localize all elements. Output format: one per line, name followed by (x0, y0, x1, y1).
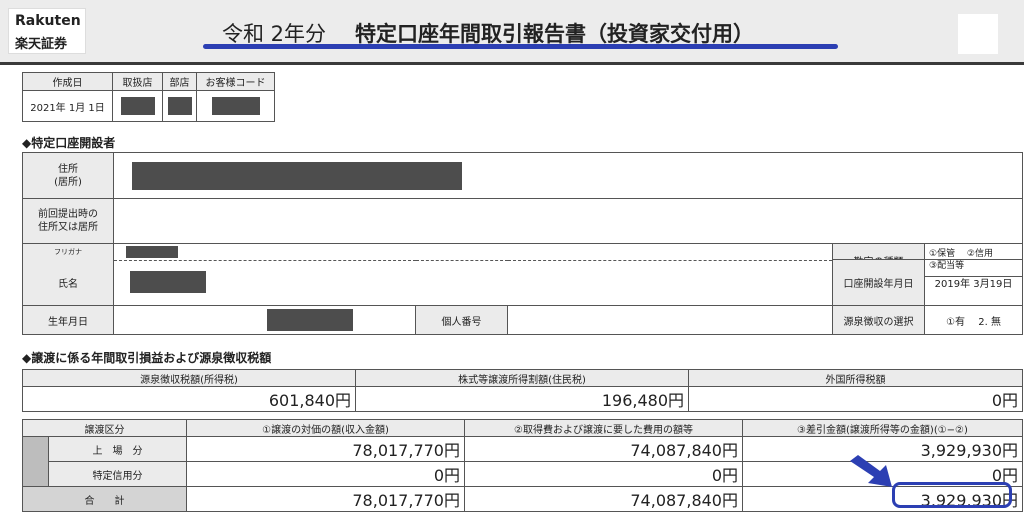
header-divider (0, 62, 1024, 65)
open-date-label: 口座開設年月日 (832, 259, 926, 306)
category-gutter (22, 436, 49, 487)
prev-address-cell (112, 198, 1024, 244)
account-holder-table-lower: 氏名 口座開設年月日 2019年 3月19日 生年月日 個人番号 源泉徴収の選択… (22, 259, 1024, 335)
col-header-proceeds: ①譲渡の対価の額(収入金額) (186, 419, 465, 437)
furigana-cell (113, 243, 833, 261)
redaction-bar (211, 97, 260, 115)
withholding-label: 源泉徴収の選択 (832, 305, 926, 335)
col-header-costs: ②取得費および譲渡に要した費用の額等 (464, 419, 743, 437)
open-date-value: 2019年 3月19日 (924, 259, 1024, 306)
header-blank-box (958, 14, 998, 54)
address-label: 住所 (居所) (22, 152, 114, 199)
prev-address-label: 前回提出時の 住所又は居所 (22, 198, 114, 244)
title-highlight-underline (203, 44, 838, 49)
total-proceeds: 78,017,770円 (186, 486, 465, 512)
meta-table: 作成日 取扱店 部店 お客様コード 2021年 1月 1日 (22, 72, 275, 122)
redaction-bar (120, 97, 155, 115)
created-date: 2021年 1月 1日 (22, 90, 113, 122)
furigana-label: フリガナ (22, 243, 114, 261)
listed-costs: 74,087,840円 (464, 436, 743, 462)
section-account-holder-title: ◆特定口座開設者 (22, 136, 116, 150)
row-label-total: 合 計 (22, 486, 187, 512)
margin-costs: 0円 (464, 461, 743, 487)
row-label-listed: 上 場 分 (48, 436, 187, 462)
section-annual-gains-title: ◆譲渡に係る年間取引損益および源泉徴収税額 (22, 351, 272, 365)
logo-wordmark: Rakuten (15, 13, 81, 29)
arrow-pointer-icon (850, 455, 892, 487)
birth-date-cell (113, 305, 416, 335)
listed-proceeds: 78,017,770円 (186, 436, 465, 462)
redaction-bar (130, 271, 206, 294)
meta-header-created: 作成日 (22, 72, 113, 91)
row-label-margin: 特定信用分 (48, 461, 187, 487)
name-cell (112, 259, 834, 306)
name-label: 氏名 (22, 259, 114, 306)
redaction-bar (126, 246, 178, 258)
dept-cell (162, 90, 197, 122)
table-row: 合 計 78,017,770円 74,087,840円 3,929,930円 (22, 486, 1023, 512)
prev-address-label-text: 前回提出時の 住所又は居所 (38, 209, 98, 233)
meta-header-dept: 部店 (162, 72, 197, 91)
total-costs: 74,087,840円 (464, 486, 743, 512)
logo-japanese: 楽天証券 (15, 37, 68, 52)
tax-header-foreign: 外国所得税額 (688, 369, 1023, 387)
address-label-text: 住所 (居所) (54, 163, 82, 188)
col-header-category: 譲渡区分 (22, 419, 187, 437)
mynumber-cell (506, 305, 834, 335)
tax-value-resident: 196,480円 (355, 386, 689, 412)
tax-header-income: 源泉徴収税額(所得税) (22, 369, 356, 387)
meta-header-customer-code: お客様コード (196, 72, 275, 91)
redaction-bar (132, 161, 462, 190)
rakuten-logo: Rakuten 楽天証券 (8, 8, 86, 54)
tax-header-resident: 株式等譲渡所得割額(住民税) (355, 369, 689, 387)
total-net-highlight (892, 482, 1012, 508)
withholding-value: ①有 2. 無 (924, 305, 1024, 335)
col-header-net: ③差引金額(譲渡所得等の金額)(①−②) (742, 419, 1023, 437)
branch-cell (112, 90, 163, 122)
withholding-tax-table: 源泉徴収税額(所得税) 株式等譲渡所得割額(住民税) 外国所得税額 601,84… (22, 369, 1023, 412)
customer-code-cell (196, 90, 275, 122)
redaction-bar (266, 309, 353, 331)
redaction-bar (167, 97, 192, 115)
mynumber-label: 個人番号 (415, 305, 508, 335)
birth-date-label: 生年月日 (22, 305, 114, 335)
account-holder-table: 住所 (居所) 前回提出時の 住所又は居所 フリガナ 勘定の種類 ①保管 ②信用… (22, 152, 1024, 277)
address-cell (112, 152, 1024, 199)
margin-proceeds: 0円 (186, 461, 465, 487)
tax-value-income: 601,840円 (22, 386, 356, 412)
meta-header-branch: 取扱店 (112, 72, 163, 91)
tax-value-foreign: 0円 (688, 386, 1023, 412)
